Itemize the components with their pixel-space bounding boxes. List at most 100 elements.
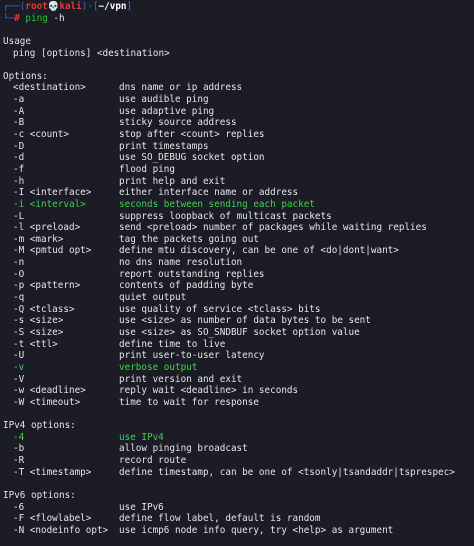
option-flag: -4	[13, 431, 25, 443]
option-row: -B sticky source address	[3, 117, 474, 129]
option-flag: -F <flowlabel>	[13, 513, 92, 525]
prompt-separator: )-[	[81, 1, 99, 12]
option-description: use <size> as number of data bytes to be…	[119, 315, 371, 327]
option-flag: -a	[13, 94, 25, 106]
option-row: -d use SO_DEBUG socket option	[3, 152, 474, 164]
option-flag: -I <interface>	[13, 187, 92, 199]
option-description: either interface name or address	[119, 187, 299, 199]
option-row: -T <timestamp> define timestamp, can be o…	[3, 467, 474, 479]
option-flag: -s <size>	[13, 315, 64, 327]
option-description: use quality of service <tclass> bits	[119, 303, 321, 315]
option-description: send <preload> number of packages while …	[119, 222, 427, 234]
option-description: print user-to-user latency	[119, 350, 265, 362]
option-row: -D print timestamps	[3, 141, 474, 153]
command-name: ping	[25, 12, 48, 24]
prompt-line-1: ┌──(root💀kali)-[~/vpn]	[3, 1, 474, 13]
prompt-corner-bottom: └─	[3, 12, 15, 24]
prompt-corner-top: ┌──(	[3, 1, 26, 12]
prompt-cwd: ~/vpn	[98, 1, 127, 12]
option-row: -w <deadline> reply wait <deadline> in se…	[3, 385, 474, 397]
option-description: tag the packets going out	[119, 233, 259, 245]
option-row: -6 use IPv6	[3, 502, 474, 514]
option-row: -l <preload> send <preload> number of pac…	[3, 222, 474, 234]
option-description: define flow label, default is random	[119, 513, 321, 525]
prompt-user: root	[25, 1, 48, 12]
option-flag: -V	[13, 373, 25, 385]
option-description: use IPv4	[119, 431, 164, 443]
option-description: verbose output	[119, 361, 198, 373]
option-flag: -i <interval>	[13, 198, 86, 210]
option-description: use SO_DEBUG socket option	[119, 152, 265, 164]
option-description: use <size> as SO_SNDBUF socket option va…	[119, 326, 360, 338]
prompt-line-2: └─# ping -h	[3, 13, 474, 25]
option-row: -Q <tclass> use quality of service <tclas…	[3, 304, 474, 316]
option-row: -s <size> use <size> as number of data by…	[3, 315, 474, 327]
option-description: print help and exit	[119, 175, 226, 187]
option-row: -U print user-to-user latency	[3, 350, 474, 362]
option-flag: <destination>	[13, 82, 86, 94]
option-flag: -t <ttl>	[13, 338, 58, 350]
option-flag: -n	[13, 257, 25, 269]
option-flag: -Q <tclass>	[13, 303, 75, 315]
option-description: define time to live	[119, 338, 226, 350]
option-row: -F <flowlabel> define flow label, default…	[3, 513, 474, 525]
option-flag: -v	[13, 361, 25, 373]
option-flag: -U	[13, 350, 25, 362]
option-flag: -W <timeout>	[13, 396, 81, 408]
prompt-bracket-end: ]	[126, 1, 133, 12]
usage-heading: Usage	[3, 35, 31, 47]
option-flag: -T <timestamp>	[13, 466, 92, 478]
command-arg: -h	[53, 12, 65, 24]
option-flag: -M <pmtud opt>	[13, 245, 92, 257]
option-row: -V print version and exit	[3, 374, 474, 386]
option-row: -f flood ping	[3, 164, 474, 176]
option-row: -m <mark> tag the packets going out	[3, 234, 474, 246]
option-description: use adaptive ping	[119, 105, 215, 117]
option-row: -O report outstanding replies	[3, 269, 474, 281]
option-row: -W <timeout> time to wait for response	[3, 397, 474, 409]
option-row: -A use adaptive ping	[3, 106, 474, 118]
option-description: flood ping	[119, 163, 175, 175]
option-description: report outstanding replies	[119, 268, 265, 280]
option-row: -h print help and exit	[3, 176, 474, 188]
option-flag: -w <deadline>	[13, 385, 86, 397]
option-flag: -m <mark>	[13, 233, 64, 245]
option-row: -v verbose output	[3, 362, 474, 374]
ipv6-heading: IPv6 options:	[3, 489, 76, 501]
option-row: -I <interface> either interface name or a…	[3, 187, 474, 199]
option-description: use icmp6 node info query, try <help> as…	[119, 524, 394, 536]
option-description: print version and exit	[119, 373, 243, 385]
option-row: -N <nodeinfo opt> use icmp6 node info que…	[3, 525, 474, 537]
option-flag: -S <size>	[13, 326, 64, 338]
ipv6-options-list: -6 use IPv6 -F <flowlabel> define flow labe…	[3, 502, 474, 537]
option-description: use audible ping	[119, 94, 209, 106]
option-description: time to wait for response	[119, 396, 259, 408]
usage-line: ping [options] <destination>	[13, 47, 170, 59]
option-description: contents of padding byte	[119, 280, 254, 292]
option-flag: -h	[13, 175, 25, 187]
option-description: allow pinging broadcast	[119, 443, 248, 455]
option-description: record route	[119, 454, 187, 466]
options-heading: Options:	[3, 70, 48, 82]
terminal-window[interactable]: ┌──(root💀kali)-[~/vpn] └─# ping -h Usage…	[0, 0, 474, 546]
option-flag: -f	[13, 163, 25, 175]
option-description: dns name or ip address	[119, 82, 243, 94]
option-description: use IPv6	[119, 501, 164, 513]
ipv4-heading: IPv4 options:	[3, 420, 76, 432]
option-flag: -p <pattern>	[13, 280, 81, 292]
option-flag: -R	[13, 454, 25, 466]
option-description: no dns name resolution	[119, 257, 243, 269]
prompt-hash: #	[14, 12, 20, 24]
option-row: <destination> dns name or ip address	[3, 82, 474, 94]
option-description: sticky source address	[119, 117, 237, 129]
options-list: <destination> dns name or ip address -a use…	[3, 82, 474, 408]
option-flag: -q	[13, 292, 25, 304]
skull-icon: 💀	[47, 1, 60, 12]
option-description: stop after <count> replies	[119, 129, 265, 141]
option-description: seconds between sending each packet	[119, 198, 315, 210]
option-row: -M <pmtud opt> define mtu discovery, can …	[3, 245, 474, 257]
